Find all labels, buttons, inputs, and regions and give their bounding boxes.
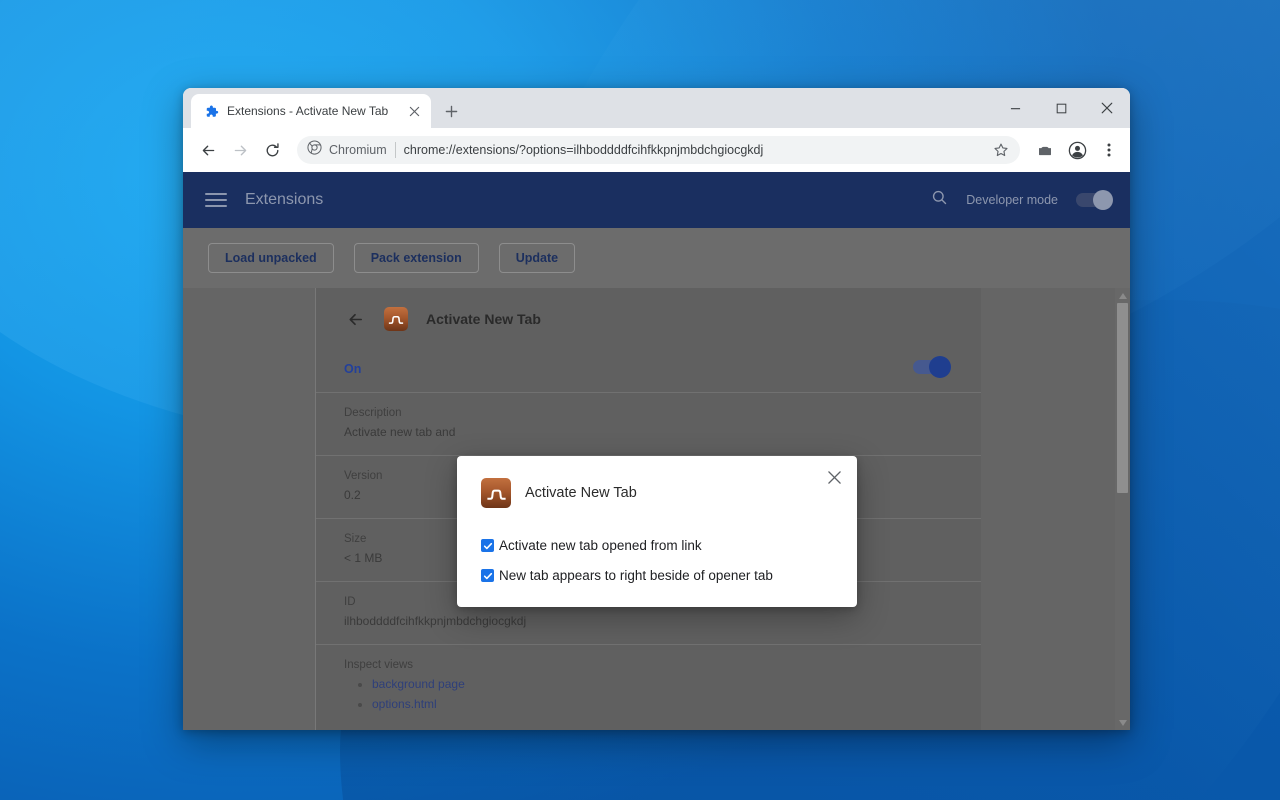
close-icon[interactable] [821, 464, 847, 490]
detail-title: Activate New Tab [426, 311, 541, 327]
detail-row-enabled: On [316, 350, 981, 393]
browser-tab-extensions[interactable]: Extensions - Activate New Tab [191, 94, 431, 128]
update-button[interactable]: Update [498, 243, 576, 273]
omnibox-divider [394, 142, 396, 158]
back-arrow-icon[interactable] [193, 135, 223, 165]
description-value: Activate new tab and [344, 425, 456, 439]
tab-title: Extensions - Activate New Tab [227, 104, 389, 118]
search-icon[interactable] [931, 189, 948, 211]
extension-enabled-toggle[interactable] [913, 356, 951, 378]
url-text[interactable]: chrome://extensions/?options=ilhboddddfc… [404, 143, 978, 157]
inspect-views-list: background page options.html [358, 677, 953, 711]
site-identity-label: Chromium [329, 143, 387, 157]
extension-options-modal: Activate New Tab Activate new tab opened… [457, 456, 857, 607]
modal-header: Activate New Tab [481, 478, 833, 508]
page-scrollbar[interactable] [1115, 288, 1130, 730]
developer-mode-toggle[interactable] [1076, 190, 1113, 210]
new-tab-button[interactable] [437, 97, 465, 125]
detail-row-description: Description Activate new tab and [316, 393, 981, 456]
extensions-action-toolbar: Load unpacked Pack extension Update [183, 228, 1130, 288]
browser-toolbar: Chromium chrome://extensions/?options=il… [183, 128, 1130, 172]
inspect-views-label: Inspect views [344, 659, 414, 671]
inspect-view-link[interactable]: options.html [358, 697, 953, 711]
tab-strip: Extensions - Activate New Tab [183, 88, 1130, 128]
page-title: Extensions [245, 191, 324, 208]
three-dot-menu-icon[interactable] [1094, 135, 1124, 165]
close-icon[interactable] [1084, 88, 1130, 128]
detail-header: Activate New Tab [316, 288, 981, 350]
scroll-down-arrow-icon[interactable] [1115, 715, 1130, 730]
description-label: Description [344, 407, 402, 419]
scrollbar-track[interactable] [1115, 303, 1130, 715]
extension-icon[interactable] [1030, 135, 1060, 165]
checkbox-activate-new-tab[interactable] [481, 539, 494, 552]
tab-close-button[interactable] [405, 102, 423, 120]
option-label: New tab appears to right beside of opene… [499, 568, 773, 583]
chromium-logo-icon [307, 140, 322, 160]
puzzle-piece-icon [203, 103, 219, 119]
pack-extension-button[interactable]: Pack extension [353, 243, 479, 273]
maximize-icon[interactable] [1038, 88, 1084, 128]
scroll-up-arrow-icon[interactable] [1115, 288, 1130, 303]
address-bar[interactable]: Chromium chrome://extensions/?options=il… [297, 136, 1020, 164]
option-row-activate-new-tab[interactable]: Activate new tab opened from link [481, 538, 833, 553]
extensions-right-gutter [981, 288, 1130, 730]
developer-mode-label: Developer mode [966, 193, 1058, 207]
hamburger-menu-icon[interactable] [205, 189, 227, 211]
extensions-header-actions: Developer mode [931, 189, 1113, 211]
inspect-view-link[interactable]: background page [358, 677, 953, 691]
id-value: ilhboddddfcihfkkpnjmbdchgiocgkdj [344, 614, 527, 628]
extensions-left-gutter [183, 288, 316, 730]
checkbox-new-tab-right[interactable] [481, 569, 494, 582]
back-arrow-icon[interactable] [344, 308, 366, 330]
browser-window: Extensions - Activate New Tab Chromium c… [183, 88, 1130, 730]
extensions-page-header: Extensions Developer mode [183, 172, 1130, 228]
star-icon[interactable] [986, 135, 1016, 165]
profile-avatar-icon[interactable] [1062, 135, 1092, 165]
activate-new-tab-icon [481, 478, 511, 508]
omnibox-actions [986, 135, 1016, 165]
window-controls [992, 88, 1130, 128]
modal-title: Activate New Tab [525, 485, 637, 501]
site-identity-chip[interactable]: Chromium [307, 140, 387, 160]
extensions-page: Extensions Developer mode Load unpacked … [183, 172, 1130, 730]
scrollbar-thumb[interactable] [1117, 303, 1128, 493]
detail-row-inspect-views: Inspect views background page options.ht… [316, 645, 981, 730]
reload-icon[interactable] [257, 135, 287, 165]
desktop-background: Extensions - Activate New Tab Chromium c… [0, 0, 1280, 800]
option-row-new-tab-right[interactable]: New tab appears to right beside of opene… [481, 568, 833, 583]
load-unpacked-button[interactable]: Load unpacked [208, 243, 334, 273]
page-viewport: Extensions Developer mode Load unpacked … [183, 172, 1130, 730]
option-label: Activate new tab opened from link [499, 538, 702, 553]
minimize-icon[interactable] [992, 88, 1038, 128]
forward-arrow-icon[interactable] [225, 135, 255, 165]
activate-new-tab-icon [384, 307, 408, 331]
enabled-status-label: On [344, 362, 362, 376]
